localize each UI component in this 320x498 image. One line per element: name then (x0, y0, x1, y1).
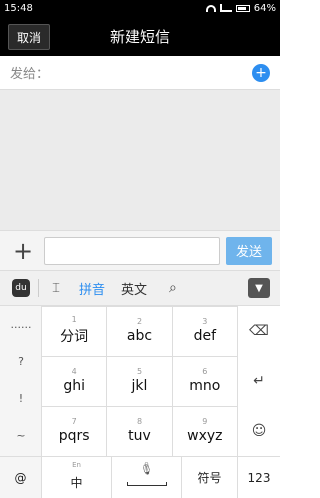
english-mode-tab[interactable]: 英文 (121, 279, 147, 298)
cursor-control-icon[interactable]: ⌶ (47, 281, 65, 296)
cancel-button[interactable]: 取消 (8, 24, 50, 50)
key-number: 3 (202, 317, 208, 326)
add-contact-button[interactable]: + (252, 64, 270, 82)
battery-level: 64% (253, 2, 276, 14)
key-label: jkl (131, 378, 148, 394)
keyboard: ...... ? ! ~ 1 分词 2 abc 3 def 4 ghi 5 jkl 6 mn… (0, 306, 280, 498)
search-icon[interactable]: ⌕ (169, 280, 177, 296)
key-number: 1 (71, 315, 77, 324)
backspace-icon[interactable]: ⌫ (238, 306, 280, 356)
ime-toolbar: du ⌶ 拼音 英文 ⌕ ▼ (0, 270, 280, 306)
key-7[interactable]: 7 pqrs (42, 407, 108, 457)
punctuation-key[interactable]: ...... (0, 306, 42, 343)
key-number: 2 (136, 317, 143, 326)
status-time: 15:48 (4, 2, 33, 14)
language-switch-label: 中 (70, 476, 83, 490)
wifi-icon (205, 4, 216, 12)
enter-icon[interactable]: ↵ (238, 356, 280, 406)
key-label: pqrs (58, 428, 90, 444)
message-input[interactable] (44, 236, 220, 265)
key-label: ghi (63, 378, 85, 394)
recipient-field[interactable]: 发给： + (0, 56, 280, 90)
key-number: 6 (202, 367, 208, 376)
key-number: 8 (136, 417, 143, 426)
status-icons: 64% (205, 2, 276, 14)
punctuation-column: ...... ? ! ~ (0, 306, 42, 456)
key-5[interactable]: 5 jkl (107, 357, 173, 407)
key-label: 分词 (60, 329, 89, 345)
key-label: abc (126, 328, 153, 344)
key-label: tuv (128, 428, 151, 444)
punctuation-key[interactable]: ! (0, 380, 42, 417)
recipient-label: 发给： (10, 67, 50, 82)
space-bar-glyph (126, 481, 167, 486)
toolbar-divider (38, 279, 39, 297)
key-number: 9 (202, 417, 208, 426)
key-2[interactable]: 2 abc (107, 307, 173, 357)
message-area (0, 90, 280, 230)
battery-icon (235, 4, 250, 12)
key-label: mno (189, 378, 221, 394)
language-switch-sub: En (72, 460, 81, 469)
key-6[interactable]: 6 mno (172, 357, 238, 407)
collapse-keyboard-button[interactable]: ▼ (248, 278, 270, 298)
key-label: def (193, 328, 217, 344)
key-8[interactable]: 8 tuv (107, 407, 173, 457)
key-4[interactable]: 4 ghi (42, 357, 108, 407)
emoji-icon[interactable]: ☺ (238, 406, 280, 456)
punctuation-key[interactable]: ? (0, 343, 42, 380)
signal-icon (219, 4, 232, 12)
at-key[interactable]: @ (0, 456, 42, 498)
key-number: 7 (71, 417, 77, 426)
status-bar: 15:48 64% (0, 0, 280, 16)
space-key[interactable]: 0 🎙 (112, 456, 182, 498)
key-number: 4 (71, 367, 77, 376)
microphone-icon: 🎙 (140, 464, 153, 476)
title-bar: 取消 新建短信 (0, 16, 280, 56)
key-label: wxyz (187, 428, 223, 444)
language-switch-key[interactable]: En 中 (42, 456, 112, 498)
key-3[interactable]: 3 def (172, 307, 238, 357)
punctuation-key[interactable]: ~ (0, 417, 42, 454)
symbols-key[interactable]: 符号 (182, 456, 238, 498)
key-number: 5 (136, 367, 143, 376)
key-9[interactable]: 9 wxyz (172, 407, 238, 457)
attach-button[interactable]: + (6, 234, 40, 268)
send-button[interactable]: 发送 (226, 236, 272, 265)
key-1[interactable]: 1 分词 (42, 307, 108, 357)
numbers-key[interactable]: 123 (238, 457, 280, 498)
keyboard-bottom-row: @ En 中 0 🎙 符号 123 (0, 456, 280, 498)
composer: + 发送 (0, 230, 280, 270)
function-column: ⌫ ↵ ☺ (238, 306, 280, 456)
t9-keys: 1 分词 2 abc 3 def 4 ghi 5 jkl 6 mno 7 pqrs 8 tuv … (42, 306, 238, 457)
ime-logo-icon[interactable]: du (12, 279, 30, 297)
pinyin-mode-tab[interactable]: 拼音 (79, 279, 105, 298)
